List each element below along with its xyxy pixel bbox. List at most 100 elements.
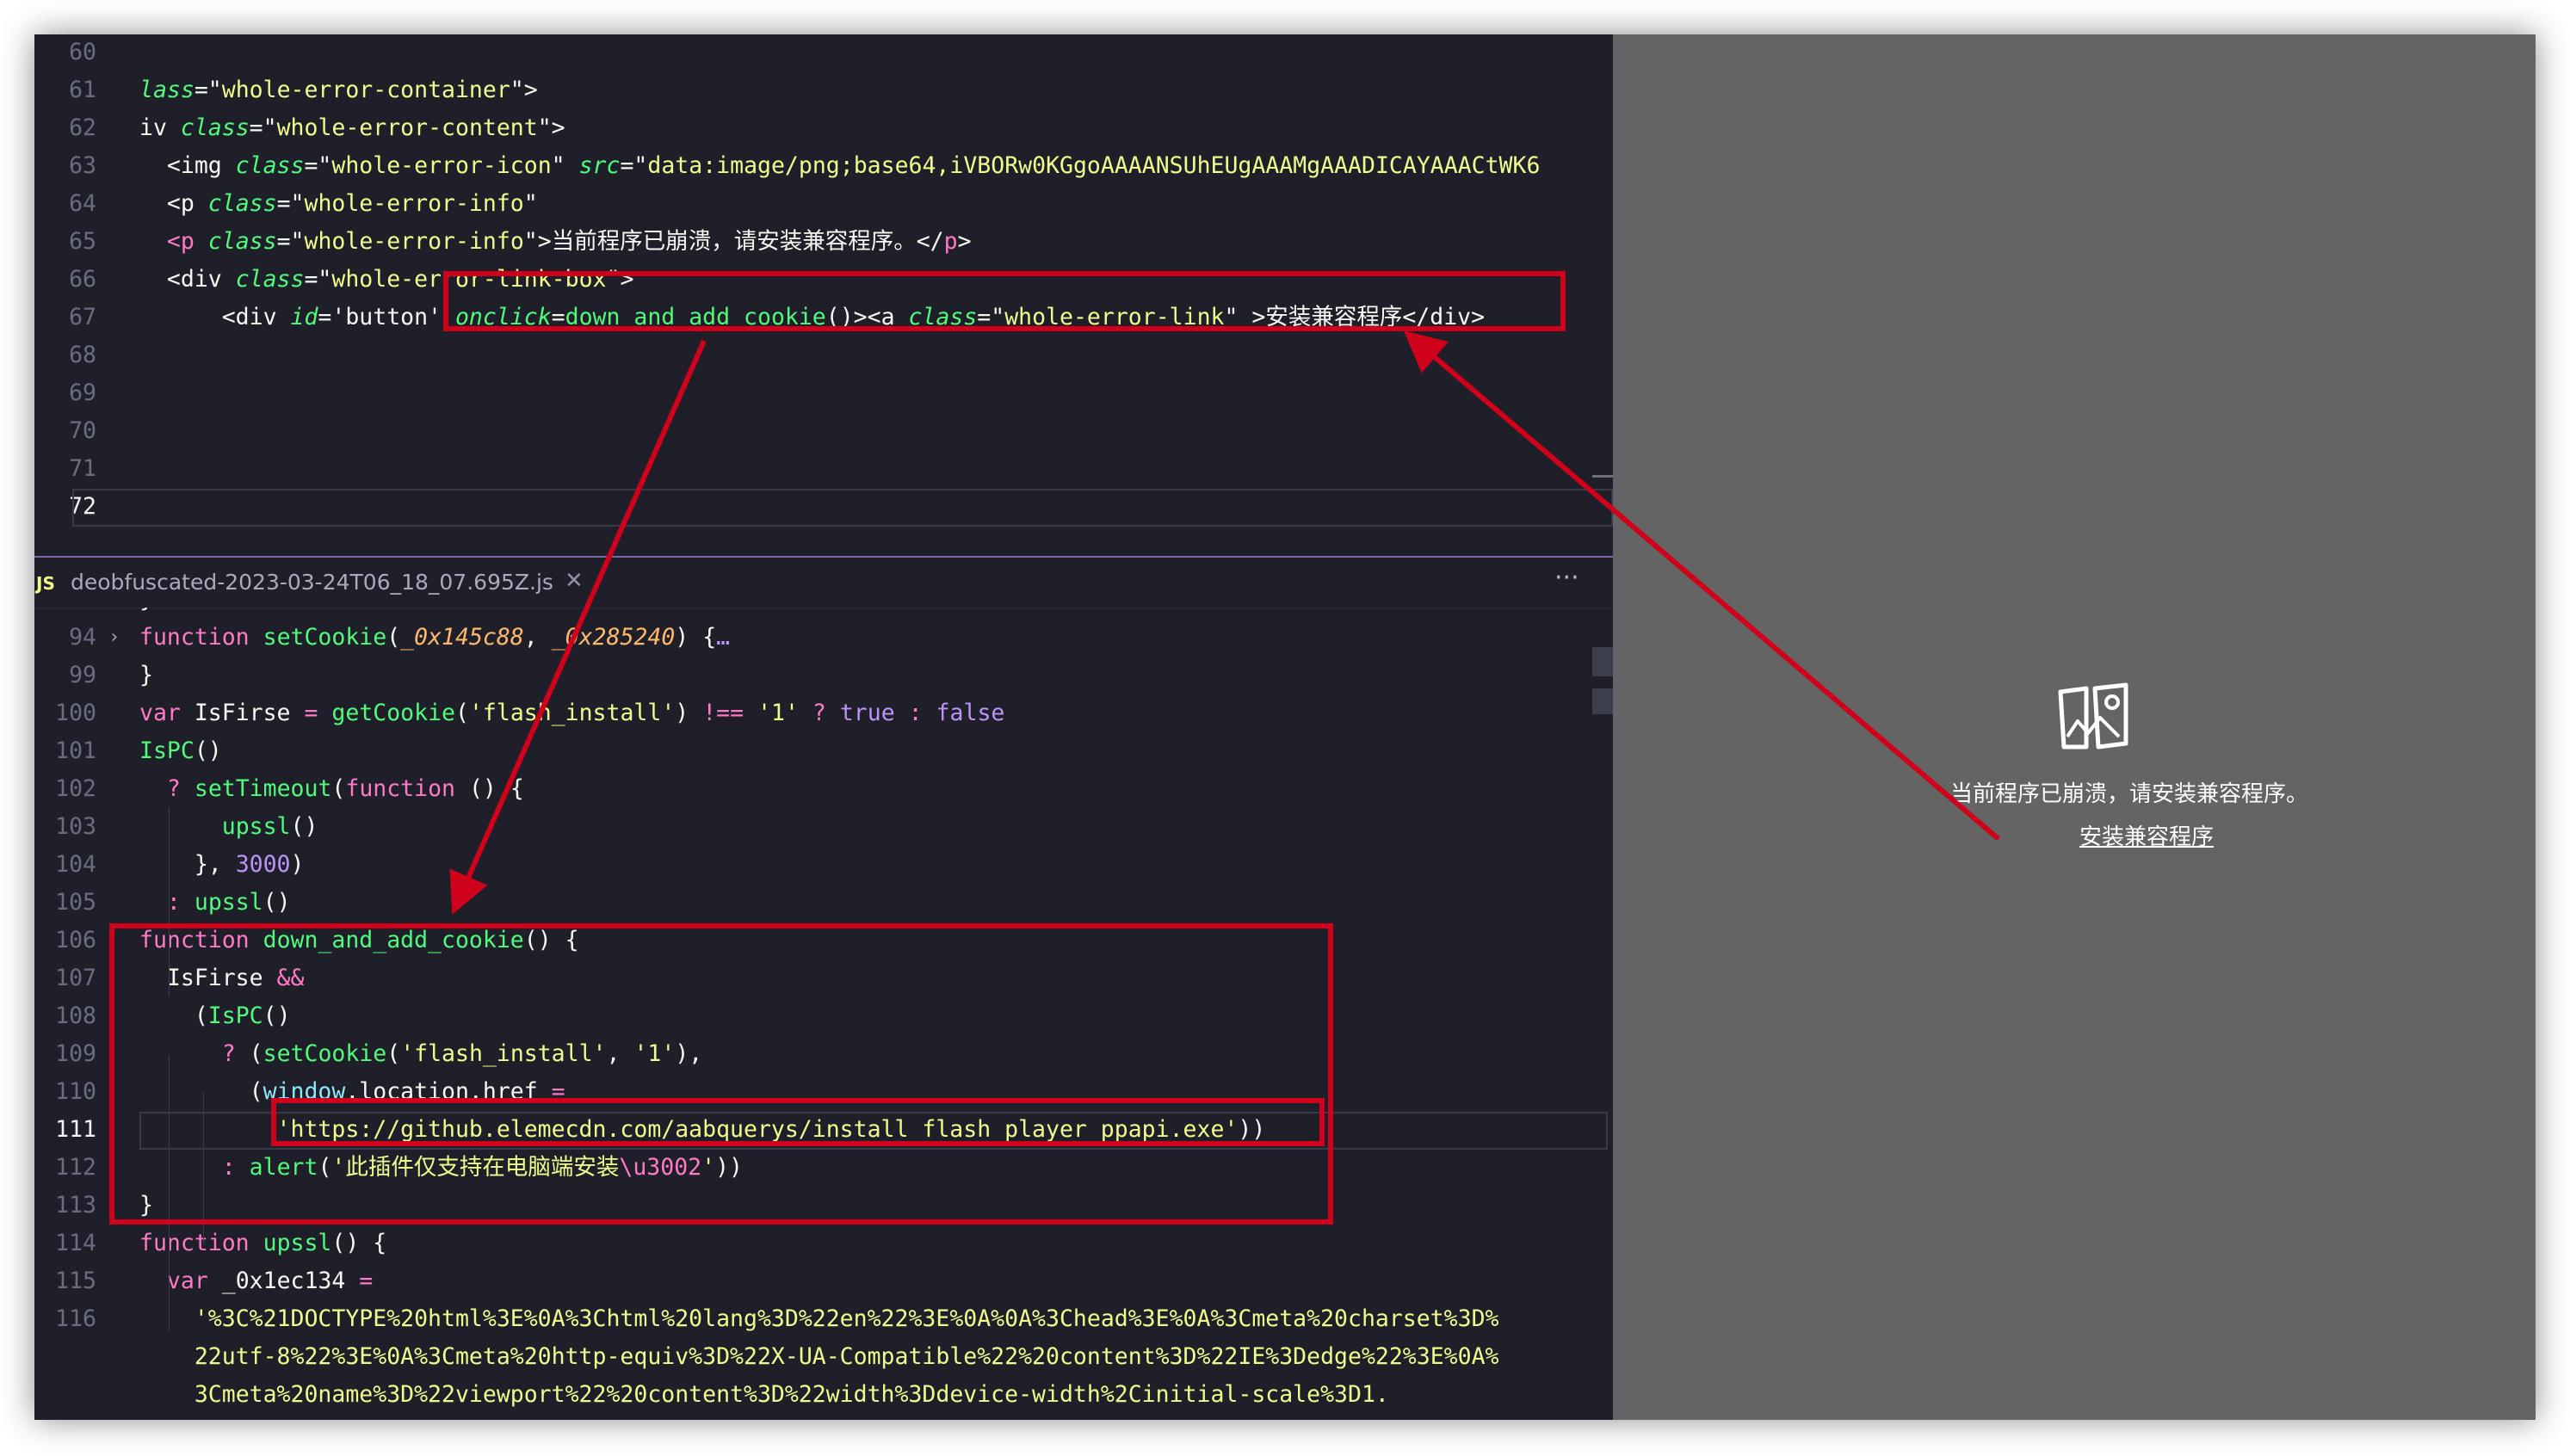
line-number: 61 [69, 77, 96, 103]
code-text: '%3C%21DOCTYPE%20html%3E%0A%3Chtml%20lan… [139, 1301, 1499, 1337]
line-number: 66 [69, 266, 96, 293]
line-number: 112 [55, 1154, 96, 1181]
code-token: () [263, 1003, 291, 1029]
code-text: <p class="whole-error-info" [139, 186, 538, 222]
code-token: ='button' [318, 304, 455, 330]
code-token: false [936, 700, 1005, 726]
code-text: <div class="whole-error-link-box"> [139, 262, 634, 298]
code-token: upssl [263, 1230, 332, 1256]
line-number: 111 [55, 1116, 96, 1143]
code-token: data:image/png;base64,iVBORw0KGgoAAAANSU… [647, 152, 1541, 179]
code-token: '1' [757, 700, 799, 726]
code-token: ) [675, 700, 703, 726]
code-editor[interactable]: 60 61 lass="whole-error-container"> 62 iv cl… [34, 34, 1613, 1420]
code-token: p [943, 228, 958, 255]
code-text: IsFirse && [139, 960, 305, 996]
code-token: IsPC [207, 1003, 263, 1029]
code-token: }, [139, 851, 236, 878]
code-token: whole-error-content [276, 114, 538, 141]
install-compatible-link[interactable]: 安装兼容程序 [1966, 819, 2327, 851]
code-token: , [606, 1040, 634, 1067]
code-token: () { [331, 1230, 387, 1256]
code-token: () [263, 889, 291, 916]
line-number: 94 [69, 624, 96, 651]
code-token: _0x145c88 [400, 624, 524, 651]
code-token: 'flash_install' [468, 700, 676, 726]
close-icon[interactable]: ✕ [565, 568, 584, 594]
code-token: function [139, 927, 250, 953]
code-token: ( [318, 1154, 332, 1181]
line-number: 70 [69, 417, 96, 444]
line-number: 65 [69, 228, 96, 255]
indent-guide [203, 1093, 204, 1244]
code-token: ? [221, 1040, 236, 1067]
code-token: , [523, 624, 552, 651]
line-number: 67 [69, 304, 96, 330]
scrollbar-marker[interactable] [1592, 647, 1613, 676]
code-token: whole-error-container [221, 77, 510, 103]
scrollbar-marker[interactable] [1592, 688, 1613, 714]
code-token: } [139, 1192, 153, 1218]
code-text: 22utf-8%22%3E%0A%3Cmeta%20http-equiv%3D%… [139, 1339, 1499, 1375]
code-token: ( [139, 1003, 208, 1029]
tab-filename[interactable]: deobfuscated-2023-03-24T06_18_07.695Z.js [71, 570, 553, 595]
code-token: iv [139, 114, 181, 141]
code-token: class [207, 190, 277, 217]
fold-chevron-icon[interactable]: › [108, 620, 120, 656]
code-token: ( [386, 624, 401, 651]
code-token: down_and_add_cookie [263, 927, 524, 953]
code-token: function [139, 1230, 250, 1256]
code-token: class [207, 228, 277, 255]
code-token: whole-error-link-box [331, 266, 607, 293]
code-token: setCookie [263, 1040, 387, 1067]
code-text: } [139, 608, 153, 618]
code-token: .location.href [345, 1078, 552, 1105]
code-token: ? [166, 775, 181, 802]
code-token: " [523, 190, 538, 217]
code-token: ">当前程序已崩溃，请安装兼容程序。</ [523, 228, 944, 255]
code-token: alert [249, 1154, 318, 1181]
code-token: whole-error-icon [331, 152, 552, 179]
code-token: && [276, 965, 305, 991]
code-token: '此插件仅支持在电脑端安装 [331, 1154, 620, 1181]
code-token: ) { [675, 624, 717, 651]
code-text: var IsFirse = getCookie('flash_install')… [139, 695, 1004, 731]
line-number: 115 [55, 1268, 96, 1294]
code-token: var [139, 700, 181, 726]
code-token: '1' [633, 1040, 676, 1067]
indent-guide [169, 1055, 170, 1330]
code-token: : [221, 1154, 236, 1181]
error-info-text: 当前程序已崩溃，请安装兼容程序。 [1949, 781, 2308, 807]
code-token: =" [276, 190, 305, 217]
code-token: \u3002 [619, 1154, 702, 1181]
editor-bottom-pane[interactable]: 93}94›function setCookie(_0x145c88, _0x2… [34, 608, 1613, 1420]
code-token: src [578, 152, 621, 179]
code-token: '%3C%21DOCTYPE%20html%3E%0A%3Chtml%20lan… [194, 1305, 1499, 1332]
code-text: upssl() [139, 809, 318, 845]
editor-top-pane[interactable]: 60 61 lass="whole-error-container"> 62 iv cl… [34, 34, 1613, 556]
broken-image-icon [2058, 682, 2128, 750]
code-text: ? (setCookie('flash_install', '1'), [139, 1036, 703, 1072]
code-token: )) [715, 1154, 744, 1181]
code-text: <p class="whole-error-info">当前程序已崩溃，请安装兼… [139, 224, 972, 260]
code-token: window [263, 1078, 346, 1105]
code-token: function [345, 775, 456, 802]
line-number: 100 [55, 700, 96, 726]
browser-preview: 当前程序已崩溃，请安装兼容程序。 安装兼容程序 [1613, 34, 2536, 1420]
code-token: !== [702, 700, 744, 726]
code-token: "> [510, 77, 538, 103]
code-token: 22utf-8%22%3E%0A%3Cmeta%20http-equiv%3D%… [194, 1343, 1499, 1370]
more-actions-icon[interactable]: ··· [1554, 563, 1579, 593]
code-token: " [551, 152, 579, 179]
scrollbar-marker[interactable] [1592, 475, 1613, 478]
